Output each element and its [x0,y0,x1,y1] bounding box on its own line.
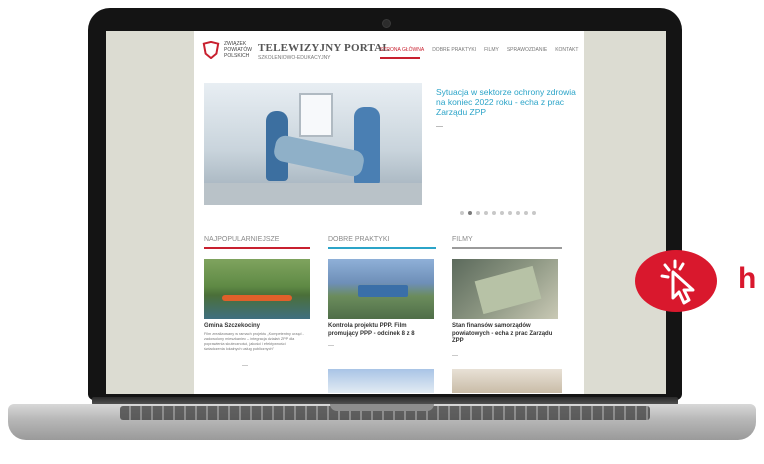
click-badge[interactable] [635,250,717,312]
site-header: ZWIĄZEK POWIATÓW POLSKICH TELEWIZYJNY PO… [194,31,584,81]
webcam [382,19,391,28]
card-more-link[interactable]: — [328,343,334,349]
hospital-window [299,93,333,137]
portal-subtitle: SZKOLENIOWO-EDUKACYJNY [258,55,331,61]
slider-dots [460,211,536,215]
slider-dot[interactable] [492,211,496,215]
slider-dot[interactable] [484,211,488,215]
cursor-click-icon [660,259,695,305]
bus-shape [358,285,408,297]
card-title[interactable]: Stan finansów samorządów powiatowych - e… [452,323,558,346]
laptop-screen: ZWIĄZEK POWIATÓW POLSKICH TELEWIZYJNY PO… [106,31,666,394]
portal-title[interactable]: TELEWIZYJNY PORTAL [258,42,390,54]
shield-logo-icon [202,41,220,59]
hero-more-link[interactable]: — [436,123,443,130]
section-title-good-practices[interactable]: DOBRE PRAKTYKI [328,236,389,243]
active-nav-underline [380,57,420,59]
section-line-films [452,247,562,249]
nav-item-good-practices[interactable]: DOBRE PRAKTYKI [432,47,476,53]
section-line-popular [204,247,310,249]
slider-dot[interactable] [508,211,512,215]
nav-item-report[interactable]: SPRAWOZDANIE [507,47,547,53]
section-title-films[interactable]: FILMY [452,236,473,243]
card-more-link[interactable]: — [242,363,248,369]
nav-item-films[interactable]: FILMY [484,47,499,53]
banknotes-shape [474,265,542,315]
slider-dot[interactable] [460,211,464,215]
logo-text: ZWIĄZEK POWIATÓW POLSKICH [224,41,256,59]
card-image-building[interactable] [328,369,434,393]
card-image-bus[interactable] [328,259,434,319]
logo-line: POLSKICH [224,53,250,59]
slider-dot[interactable] [468,211,472,215]
main-nav: STRONA GŁÓWNA DOBRE PRAKTYKI FILMY SPRAW… [380,47,578,53]
card-text: Film zrealizowany w ramach projektu „Kom… [204,332,304,351]
card-image-kayaks[interactable] [204,259,310,319]
slider-dot[interactable] [500,211,504,215]
card-image-office[interactable] [452,369,562,393]
hero-caption-link[interactable]: Sytuacja w sektorze ochrony zdrowia na k… [436,87,576,117]
slider-dot[interactable] [524,211,528,215]
card-title[interactable]: Kontrola projektu PPP. Film promujący PP… [328,323,434,338]
hero-image[interactable] [204,83,422,205]
slider-dot[interactable] [516,211,520,215]
slider-dot[interactable] [476,211,480,215]
badge-letter: h [738,262,757,295]
slider-dot[interactable] [532,211,536,215]
nav-item-contact[interactable]: KONTAKT [555,47,578,53]
kayak-shape [222,295,292,301]
corridor-floor [204,183,422,205]
section-title-popular[interactable]: NAJPOPULARNIEJSZE [204,236,279,243]
card-more-link[interactable]: — [452,353,458,359]
card-image-money[interactable] [452,259,558,319]
website-page: ZWIĄZEK POWIATÓW POLSKICH TELEWIZYJNY PO… [194,31,584,394]
laptop-notch [330,404,434,411]
nav-item-home[interactable]: STRONA GŁÓWNA [380,47,424,53]
section-line-good-practices [328,247,436,249]
card-title[interactable]: Gmina Szczekociny [204,323,310,331]
